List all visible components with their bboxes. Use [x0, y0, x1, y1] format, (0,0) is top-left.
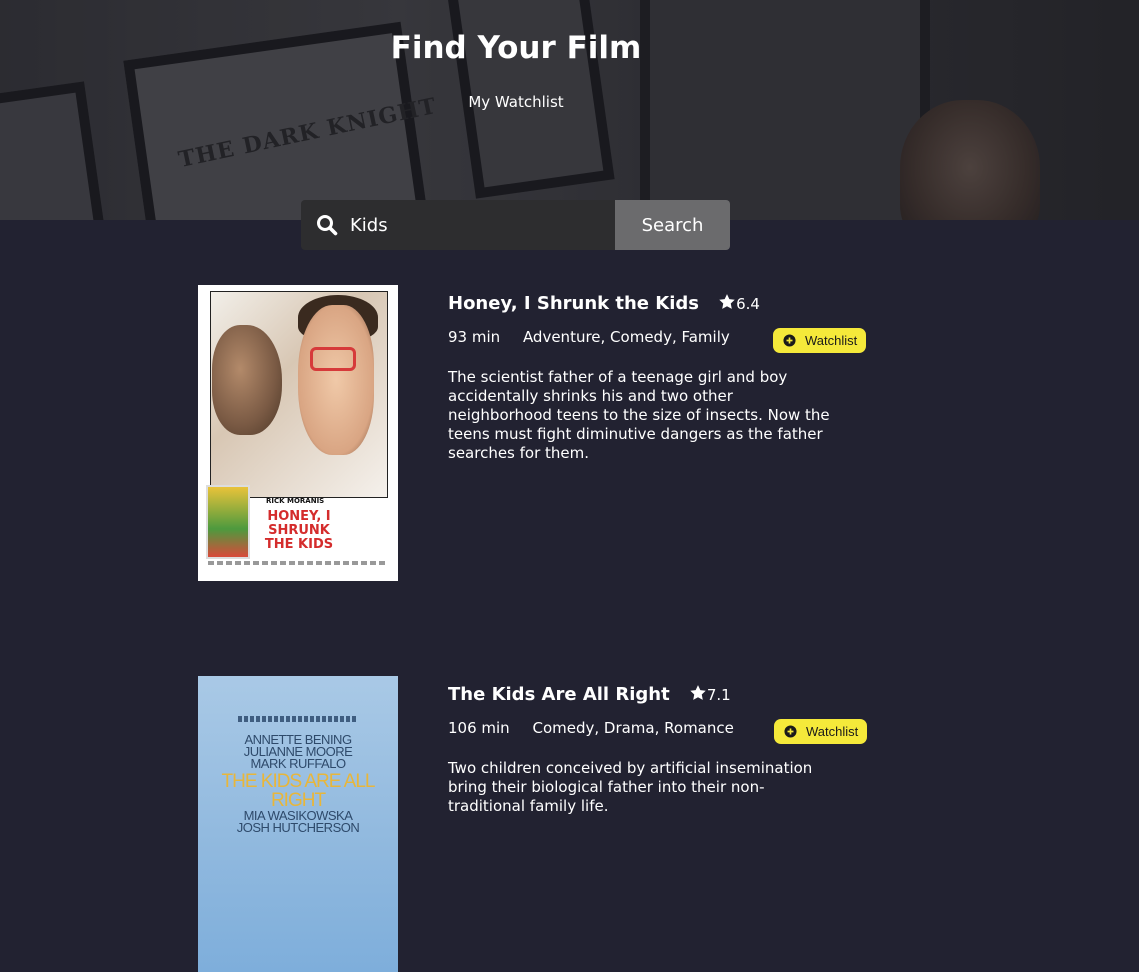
add-to-watchlist-button[interactable]: Watchlist	[774, 719, 868, 744]
poster-credit: RICK MORANIS	[266, 497, 325, 505]
poster-face	[298, 305, 374, 455]
search-icon	[316, 214, 338, 236]
movie-title: The Kids Are All Right	[448, 684, 670, 705]
poster-cast-bottom: MIA WASIKOWSKA JOSH HUTCHERSON	[198, 809, 398, 835]
poster-dog	[212, 325, 282, 435]
plus-circle-icon	[784, 725, 797, 738]
meta-row: 93 min Adventure, Comedy, Family	[448, 328, 730, 346]
title-row: The Kids Are All Right 7.1	[448, 684, 731, 705]
search-bar: Search	[301, 200, 730, 250]
runtime: 106 min	[448, 719, 510, 737]
poster-title: THE KIDS ARE ALL RIGHT	[221, 771, 376, 811]
plot-summary: The scientist father of a teenage girl a…	[448, 368, 830, 462]
search-button[interactable]: Search	[615, 200, 730, 250]
watchlist-label: Watchlist	[806, 724, 859, 739]
plot-summary: Two children conceived by artificial ins…	[448, 759, 813, 815]
star-icon	[689, 684, 707, 702]
poster-glasses	[310, 347, 356, 371]
rating-value: 7.1	[706, 686, 731, 704]
search-field[interactable]	[301, 200, 615, 250]
rating: 7.1	[689, 684, 731, 704]
rating: 6.4	[718, 293, 760, 313]
star-icon	[718, 293, 736, 311]
poster-fine-print	[238, 716, 358, 722]
my-watchlist-link[interactable]: My Watchlist	[0, 93, 1032, 111]
search-input[interactable]	[348, 213, 602, 237]
poster-cast-name: JOSH HUTCHERSON	[236, 820, 360, 835]
plus-circle-icon	[783, 334, 796, 347]
movie-title: Honey, I Shrunk the Kids	[448, 293, 699, 314]
title-row: Honey, I Shrunk the Kids 6.4	[448, 293, 760, 314]
add-to-watchlist-button[interactable]: Watchlist	[773, 328, 867, 353]
watchlist-label: Watchlist	[805, 333, 858, 348]
genres: Comedy, Drama, Romance	[532, 719, 734, 737]
poster-cast-name: MARK RUFFALO	[250, 756, 346, 771]
poster-inset	[206, 485, 250, 559]
movie-poster[interactable]: ANNETTE BENING JULIANNE MOORE MARK RUFFA…	[198, 676, 398, 972]
meta-row: 106 min Comedy, Drama, Romance	[448, 719, 734, 737]
runtime: 93 min	[448, 328, 501, 346]
rating-value: 6.4	[736, 295, 760, 313]
poster-title: HONEY, I SHRUNK THE KIDS	[264, 509, 334, 552]
page-title: Find Your Film	[390, 30, 642, 66]
movie-poster[interactable]: RICK MORANIS HONEY, I SHRUNK THE KIDS	[198, 285, 398, 581]
hero-banner: THE DARK KNIGHT Find Your Film My Watchl…	[0, 0, 1139, 220]
genres: Adventure, Comedy, Family	[522, 328, 730, 346]
poster-fine-print	[208, 561, 388, 565]
poster-cast-top: ANNETTE BENING JULIANNE MOORE MARK RUFFA…	[198, 733, 398, 771]
